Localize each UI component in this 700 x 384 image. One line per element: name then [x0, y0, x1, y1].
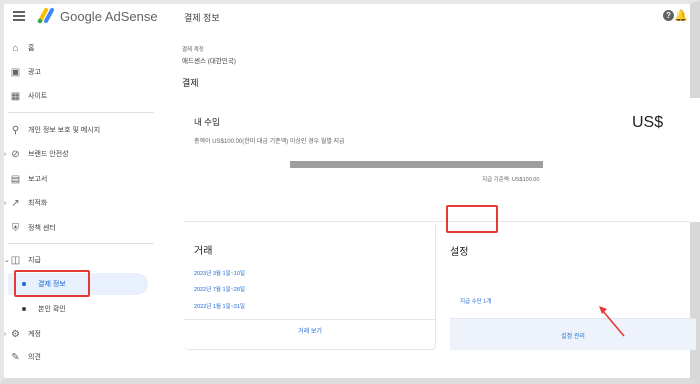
sidebar-item-payments[interactable]: ⌄ ◫ 지급	[4, 249, 154, 271]
payments-icon: ◫	[10, 254, 21, 266]
sidebar-item-label: 홈	[28, 45, 35, 52]
transactions-card: 거래 2023년 3월 1일~10일 2022년 7월 1일~28일 2022년…	[184, 222, 436, 350]
account-label: 결제 계정	[182, 47, 204, 53]
account-value: 애드센스 (대한민국)	[182, 58, 236, 65]
sidebar-item-label: 정책 센터	[28, 225, 56, 232]
payment-method-link[interactable]: 지급 수단 1개	[460, 297, 491, 305]
progress-label: 지급 기준액: US$100.00	[482, 177, 540, 183]
adsense-logo-icon	[37, 8, 54, 24]
sidebar-item-brand-safety[interactable]: › ⊘ 브랜드 안전성	[4, 143, 154, 165]
income-amount: US$	[632, 114, 664, 131]
app-name: Google AdSense	[60, 9, 158, 24]
chevron-right-icon: ›	[4, 199, 7, 207]
sidebar-item-label: 개인 정보 보호 및 메시지	[28, 127, 101, 134]
sidebar-item-sites[interactable]: ▦ 사이트	[4, 85, 154, 107]
transaction-link[interactable]: 2022년 7월 1일~28일	[194, 285, 245, 293]
settings-gear-icon: ⚙	[11, 328, 20, 340]
settings-title: 설정	[450, 247, 469, 258]
help-icon[interactable]: ?	[663, 10, 674, 21]
sidebar-item-optimization[interactable]: › ↗ 최적화	[4, 192, 154, 214]
manage-settings-button[interactable]: 설정 관리	[450, 318, 696, 350]
income-title: 내 수입	[194, 117, 220, 127]
feedback-icon: ✎	[11, 351, 20, 363]
transaction-link[interactable]: 2023년 3월 1일~10일	[194, 269, 245, 277]
manage-settings-label: 설정 관리	[561, 334, 585, 340]
income-description: 총액이 US$100.00(한미 대금 기준액) 이상인 경우 월별 지급	[194, 139, 345, 145]
annotation-highlight-settings	[446, 205, 498, 233]
sidebar-item-label: 의견	[28, 354, 41, 361]
sidebar-item-ads[interactable]: ▣ 광고	[4, 61, 154, 83]
sidebar-item-label: 계정	[28, 331, 41, 338]
sites-icon: ▦	[10, 90, 21, 102]
sidebar-item-verification[interactable]: 본인 확인	[4, 298, 154, 320]
payment-threshold-progress	[290, 161, 543, 168]
notifications-icon[interactable]: 🔔	[674, 9, 688, 22]
page-title: 결제 정보	[184, 13, 220, 23]
sidebar-item-feedback[interactable]: ✎ 의견	[4, 346, 154, 368]
view-transactions-button[interactable]: 거래 보기	[184, 326, 436, 335]
top-app-bar: Google AdSense 결제 정보 ? 🔔	[4, 4, 690, 28]
sidebar-item-home[interactable]: ⌂ 홈	[4, 37, 154, 59]
sidebar-divider	[8, 112, 154, 113]
progress-fill	[290, 161, 543, 168]
block-icon: ⊘	[11, 148, 20, 160]
sidebar-item-label: 광고	[28, 69, 41, 76]
sidebar: ⌂ 홈 ▣ 광고 ▦ 사이트 ⚲ 개인 정보 보호 및 메시지 › ⊘ 브랜드 …	[4, 30, 154, 376]
sidebar-item-privacy[interactable]: ⚲ 개인 정보 보호 및 메시지	[4, 119, 154, 141]
sidebar-item-label: 최적화	[28, 200, 48, 207]
card-footer-divider	[184, 319, 436, 320]
menu-icon[interactable]	[13, 11, 25, 21]
reports-icon: ▤	[10, 173, 21, 185]
sidebar-item-label: 보고서	[28, 176, 48, 183]
section-title: 결제	[182, 78, 199, 88]
transactions-title: 거래	[194, 246, 213, 257]
sidebar-item-label: 사이트	[28, 93, 48, 100]
chevron-right-icon: ›	[4, 330, 7, 338]
sidebar-divider	[8, 243, 154, 244]
transaction-link[interactable]: 2022년 1월 1일~31일	[194, 302, 245, 310]
home-icon: ⌂	[12, 42, 19, 54]
sidebar-item-account[interactable]: › ⚙ 계정	[4, 323, 154, 345]
policy-shield-icon: ⛨	[11, 222, 20, 234]
bullet-dot-icon	[22, 307, 26, 311]
income-card: 내 수입 총액이 US$100.00(한미 대금 기준액) 이상인 경우 월별 …	[184, 98, 700, 222]
chevron-right-icon: ›	[4, 150, 7, 158]
sidebar-item-label: 지급	[28, 257, 41, 264]
sidebar-item-label: 브랜드 안전성	[28, 151, 69, 158]
chevron-down-icon: ⌄	[4, 257, 10, 264]
sidebar-item-label: 본인 확인	[38, 306, 66, 313]
trending-icon: ↗	[11, 197, 20, 209]
sidebar-item-policy-center[interactable]: ⛨ 정책 센터	[4, 217, 154, 239]
privacy-icon: ⚲	[11, 124, 20, 136]
settings-card: 설정 지급 수단 1개 설정 관리	[438, 222, 696, 350]
annotation-highlight-payment-info	[14, 270, 90, 297]
annotation-arrow-icon	[599, 306, 625, 337]
sidebar-item-reports[interactable]: ▤ 보고서	[4, 168, 154, 190]
ads-icon: ▣	[10, 66, 21, 78]
